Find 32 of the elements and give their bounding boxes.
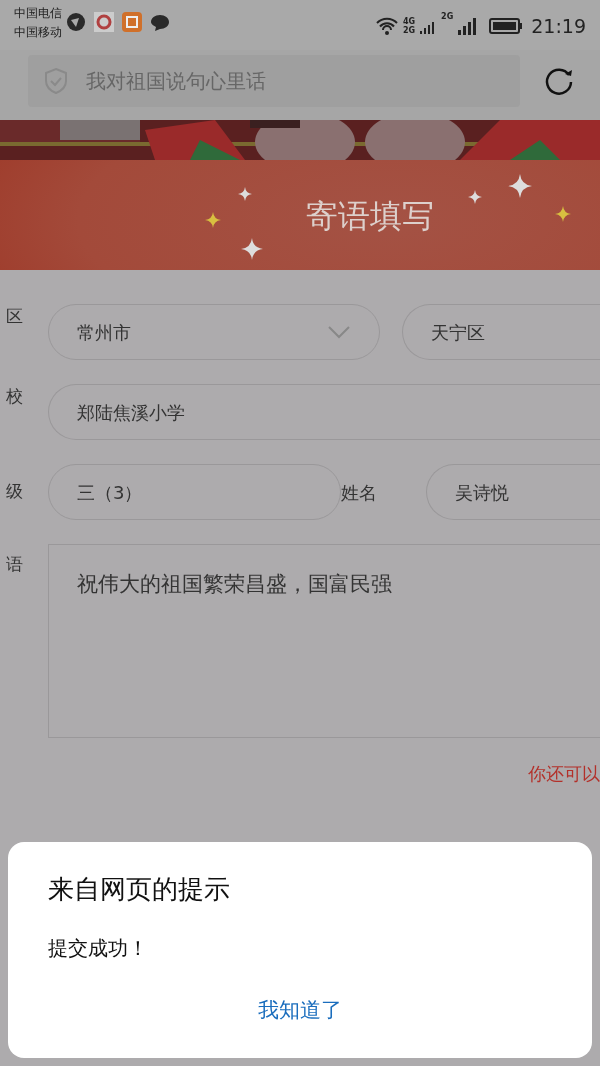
app-icon xyxy=(66,12,86,32)
chat-icon xyxy=(150,12,170,32)
app-icon xyxy=(94,12,114,32)
sparkle-icon xyxy=(205,212,221,228)
network-type-label: 4G xyxy=(402,17,416,27)
dialog-title: 来自网页的提示 xyxy=(48,873,231,906)
sparkle-icon xyxy=(468,190,482,204)
field-label: 语 xyxy=(5,553,24,576)
sparkle-icon xyxy=(238,187,252,201)
sparkle-icon xyxy=(241,238,263,260)
field-label: 级 xyxy=(5,480,24,504)
search-field[interactable]: 我对祖国说句心里话 xyxy=(28,55,520,107)
sparkle-icon xyxy=(555,206,571,222)
dialog-message: 提交成功！ xyxy=(48,935,149,962)
message-textarea[interactable]: 祝伟大的祖国繁荣昌盛，国富民强 xyxy=(48,544,600,738)
character-count-hint: 你还可以 xyxy=(527,762,600,786)
confirm-button[interactable]: 我知道了 xyxy=(248,991,352,1031)
sparkle-icon xyxy=(508,174,532,198)
carrier-name: 中国电信 xyxy=(14,5,62,22)
network-type-label: 2G xyxy=(441,12,454,21)
clock-time: 21:19 xyxy=(531,14,586,39)
app-icon xyxy=(122,12,142,32)
wifi-icon xyxy=(374,16,399,37)
carrier-name: 中国移动 xyxy=(14,24,62,41)
battery-icon xyxy=(489,17,524,36)
banner-title: 寄语填写 xyxy=(306,196,434,237)
field-label: 姓名 xyxy=(341,480,378,505)
network-type-label: 2G xyxy=(402,26,416,36)
signal-icon xyxy=(457,16,478,37)
field-label: 区 xyxy=(5,305,24,328)
chevron-down-icon xyxy=(327,325,351,339)
field-label: 校 xyxy=(5,385,24,408)
